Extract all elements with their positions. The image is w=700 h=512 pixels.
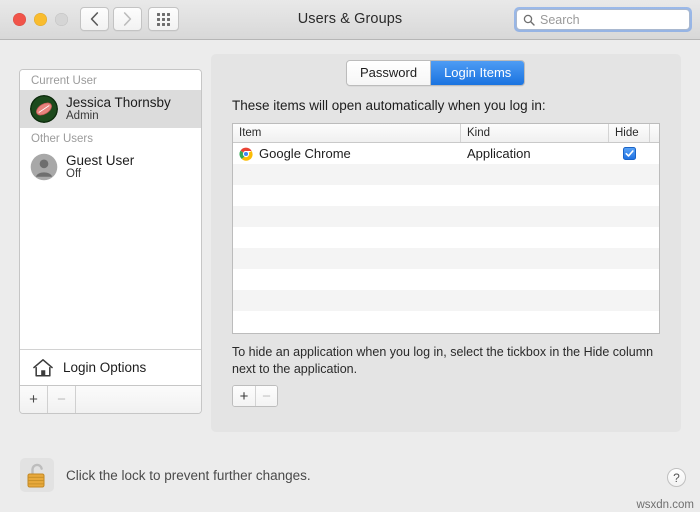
lock-button[interactable] [20, 458, 54, 492]
lock-message: Click the lock to prevent further change… [66, 468, 311, 483]
cell-item-label: Google Chrome [259, 146, 351, 161]
table-row-empty[interactable] [233, 185, 659, 206]
add-login-item-button[interactable]: + [233, 386, 255, 406]
sidebar-group-header-other-users: Other Users [20, 128, 201, 148]
sidebar-add-remove-controls: + − [20, 385, 201, 413]
table-row-empty[interactable] [233, 164, 659, 185]
remove-login-item-button: − [255, 386, 277, 406]
cell-hide [609, 143, 650, 164]
tab-login-items[interactable]: Login Items [430, 61, 524, 85]
cell-item: Google Chrome [233, 143, 461, 164]
sidebar-item-login-options[interactable]: Login Options [20, 349, 201, 385]
checkmark-icon [625, 149, 634, 158]
football-avatar-icon [30, 95, 58, 123]
add-user-button[interactable]: + [20, 386, 48, 413]
table-row-empty[interactable] [233, 248, 659, 269]
search-field-focus-ring: Search [514, 7, 692, 32]
column-header-hide[interactable]: Hide [609, 124, 650, 142]
users-and-groups-window: Users & Groups Search Password Login Ite… [0, 0, 700, 512]
help-button[interactable]: ? [667, 468, 686, 487]
table-row-empty[interactable] [233, 269, 659, 290]
table-row[interactable]: Google Chrome Application [233, 143, 659, 164]
add-remove-login-item-controls: + − [232, 385, 278, 407]
column-header-spacer [650, 124, 659, 142]
hint-text: To hide an application when you log in, … [232, 344, 664, 377]
watermark: wsxdn.com [636, 499, 694, 511]
sidebar-item-guest-user[interactable]: Guest User Off [20, 148, 201, 186]
table-row-empty[interactable] [233, 227, 659, 248]
chrome-icon [239, 147, 253, 161]
search-placeholder-text: Search [540, 13, 580, 27]
person-avatar-icon [30, 153, 58, 181]
hide-checkbox[interactable] [623, 147, 636, 160]
intro-text: These items will open automatically when… [232, 98, 546, 113]
column-header-kind[interactable]: Kind [461, 124, 609, 142]
cell-kind: Application [461, 143, 609, 164]
table-header-row: Item Kind Hide [233, 124, 659, 143]
user-status: Off [66, 168, 134, 181]
home-icon [32, 358, 54, 378]
search-input[interactable]: Search [516, 9, 690, 30]
login-items-table[interactable]: Item Kind Hide Google Chrome [232, 123, 660, 334]
window-titlebar: Users & Groups Search [0, 0, 700, 40]
sidebar-group-header-current-user: Current User [20, 70, 201, 90]
remove-user-button: − [48, 386, 76, 413]
login-items-panel: Password Login Items These items will op… [211, 54, 681, 432]
column-header-item[interactable]: Item [233, 124, 461, 142]
sidebar-item-user-text: Jessica Thornsby Admin [66, 95, 171, 123]
tab-password[interactable]: Password [347, 61, 430, 85]
table-row-empty[interactable] [233, 290, 659, 311]
user-status: Admin [66, 110, 171, 123]
lock-area: Click the lock to prevent further change… [20, 458, 311, 492]
table-row-empty[interactable] [233, 311, 659, 332]
cell-spacer [650, 143, 659, 164]
search-icon [523, 14, 535, 26]
sidebar-item-jessica-thornsby[interactable]: Jessica Thornsby Admin [20, 90, 201, 128]
tab-bar: Password Login Items [346, 60, 525, 86]
sidebar-item-user-text: Guest User Off [66, 153, 134, 181]
unlocked-padlock-icon [25, 461, 49, 489]
login-options-label: Login Options [63, 360, 146, 375]
user-name: Jessica Thornsby [66, 95, 171, 110]
users-sidebar: Current User Jessica Thornsby Admin Othe… [19, 69, 202, 414]
table-row-empty[interactable] [233, 206, 659, 227]
user-name: Guest User [66, 153, 134, 168]
